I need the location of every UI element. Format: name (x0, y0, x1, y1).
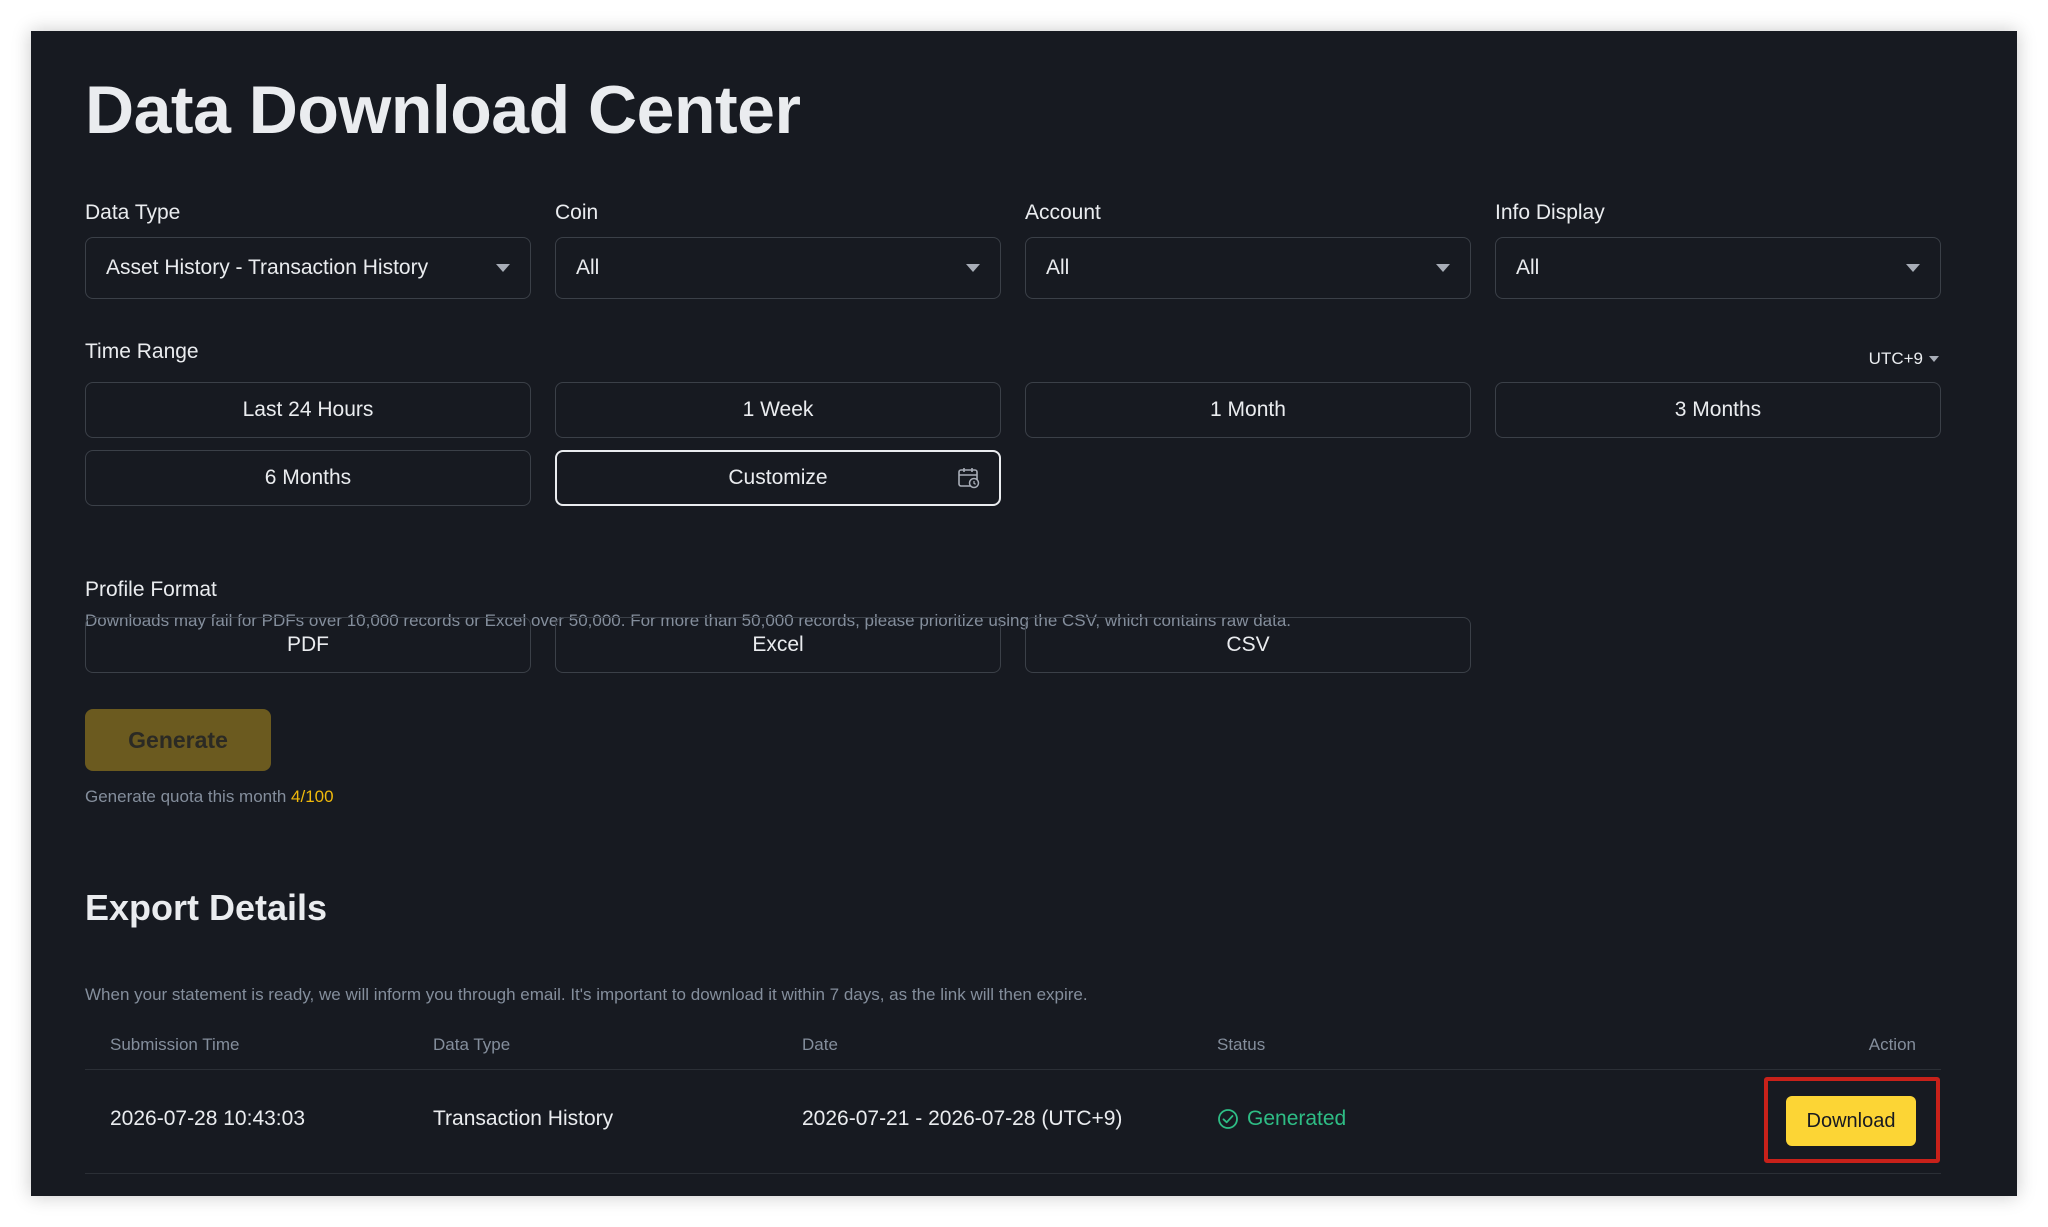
data-type-select[interactable]: Asset History - Transaction History (85, 237, 531, 299)
coin-select[interactable]: All (555, 237, 1001, 299)
table-divider (85, 1173, 1941, 1174)
format-option-excel[interactable]: Excel (555, 617, 1001, 673)
generate-button[interactable]: Generate (85, 709, 271, 771)
time-option-customize[interactable]: Customize (555, 450, 1001, 506)
account-select[interactable]: All (1025, 237, 1471, 299)
chevron-down-icon (966, 264, 980, 272)
info-display-label: Info Display (1495, 201, 1605, 224)
format-option-csv[interactable]: CSV (1025, 617, 1471, 673)
cell-submission-time: 2026-07-28 10:43:03 (110, 1107, 305, 1130)
column-header-date: Date (802, 1035, 838, 1054)
time-option-customize-label: Customize (728, 466, 828, 489)
time-option-3-months[interactable]: 3 Months (1495, 382, 1941, 438)
coin-label: Coin (555, 201, 599, 224)
coin-value: All (576, 256, 600, 279)
column-header-action: Action (1868, 1035, 1916, 1054)
chevron-down-icon (496, 264, 510, 272)
chevron-down-icon (1436, 264, 1450, 272)
profile-format-label: Profile Format (85, 578, 217, 601)
format-option-pdf[interactable]: PDF (85, 617, 531, 673)
time-option-last-24-hours[interactable]: Last 24 Hours (85, 382, 531, 438)
download-button[interactable]: Download (1786, 1096, 1916, 1146)
data-type-value: Asset History - Transaction History (106, 256, 429, 279)
table-divider (85, 1069, 1941, 1070)
time-range-label: Time Range (85, 340, 199, 363)
account-value: All (1046, 256, 1070, 279)
info-display-select[interactable]: All (1495, 237, 1941, 299)
quota-value: 4/100 (291, 787, 334, 806)
account-label: Account (1025, 201, 1101, 224)
quota-label: Generate quota this month (85, 787, 287, 806)
page-title: Data Download Center (85, 72, 801, 148)
chevron-down-icon (1929, 356, 1939, 362)
cell-status: Generated (1217, 1107, 1346, 1131)
time-option-1-week[interactable]: 1 Week (555, 382, 1001, 438)
export-details-hint: When your statement is ready, we will in… (85, 985, 1088, 1004)
time-option-1-month[interactable]: 1 Month (1025, 382, 1471, 438)
generate-quota: Generate quota this month 4/100 (85, 787, 334, 807)
calendar-icon (958, 468, 980, 489)
timezone-select[interactable]: UTC+9 (1869, 349, 1939, 369)
timezone-value: UTC+9 (1868, 349, 1923, 368)
export-details-title: Export Details (85, 887, 328, 928)
info-display-value: All (1516, 256, 1540, 279)
time-option-6-months[interactable]: 6 Months (85, 450, 531, 506)
column-header-submission-time: Submission Time (110, 1035, 240, 1054)
data-type-label: Data Type (85, 201, 181, 224)
chevron-down-icon (1906, 264, 1920, 272)
cell-data-type: Transaction History (433, 1107, 614, 1130)
data-download-panel: Data Download Center Data Type Asset His… (31, 31, 2017, 1196)
check-circle-icon (1218, 1109, 1238, 1129)
column-header-data-type: Data Type (433, 1035, 511, 1054)
status-text: Generated (1247, 1107, 1347, 1130)
column-header-status: Status (1217, 1035, 1266, 1054)
cell-date: 2026-07-21 - 2026-07-28 (UTC+9) (802, 1107, 1123, 1130)
